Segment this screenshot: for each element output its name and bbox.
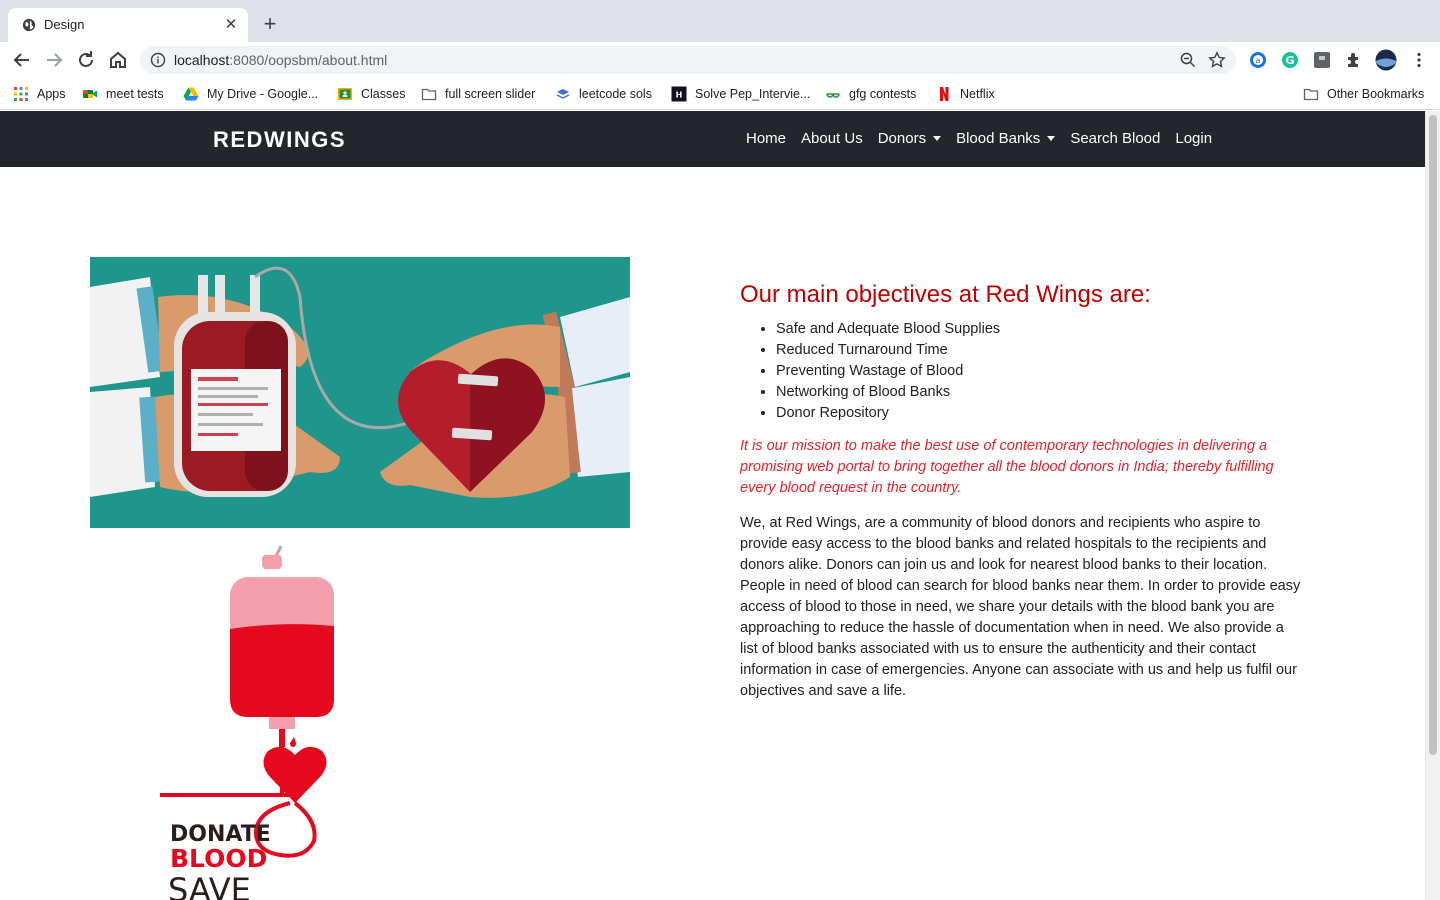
bookmark-classes[interactable]: Classes — [337, 85, 405, 103]
nav-donors-dropdown[interactable]: Donors — [877, 130, 942, 147]
new-tab-icon[interactable]: + — [258, 12, 282, 36]
nav-blood-banks-dropdown[interactable]: Blood Banks — [956, 130, 1056, 147]
nav-label: Login — [1175, 130, 1213, 147]
caret-down-icon — [1047, 136, 1056, 141]
bookmark-full-screen-slider[interactable]: full screen slider — [421, 85, 535, 103]
svg-text:G: G — [1285, 54, 1294, 67]
google-drive-icon — [183, 87, 199, 101]
google-meet-icon — [83, 90, 97, 98]
list-item: Preventing Wastage of Blood — [776, 361, 1305, 382]
forward-icon[interactable] — [42, 48, 66, 72]
bookmark-label: meet tests — [106, 87, 164, 101]
nav-label: Donors — [877, 130, 927, 147]
logo-line-blood: BLOOD — [170, 844, 267, 873]
grammarly-icon[interactable]: G — [1281, 51, 1299, 69]
list-item: Safe and Adequate Blood Supplies — [776, 319, 1305, 340]
nav-about-link[interactable]: About Us — [801, 130, 863, 147]
about-paragraph: We, at Red Wings, are a community of blo… — [740, 515, 1301, 699]
url-text[interactable]: localhost:8080/oopsbm/about.html — [174, 52, 387, 68]
nav-label: About Us — [801, 130, 863, 147]
nav-search-blood-link[interactable]: Search Blood — [1070, 130, 1160, 147]
address-bar[interactable]: localhost:8080/oopsbm/about.html — [140, 46, 1236, 74]
bookmark-my-drive[interactable]: My Drive - Google... — [183, 85, 318, 103]
objectives-list: Safe and Adequate Blood Supplies Reduced… — [740, 319, 1305, 424]
page-scrollbar[interactable] — [1425, 111, 1440, 900]
bookmark-apps[interactable]: Apps — [13, 85, 66, 103]
bookmark-label: Solve Pep_Intervie... — [695, 87, 811, 101]
mission-statement: It is our mission to make the best use o… — [740, 438, 1274, 496]
bookmark-label: leetcode sols — [579, 87, 652, 101]
bookmark-label: gfg contests — [849, 87, 917, 101]
apps-grid-icon — [14, 87, 28, 101]
profile-avatar-icon[interactable] — [1375, 49, 1397, 71]
bookmark-gfg-contests[interactable]: gfg contests — [825, 85, 916, 103]
nav-label: Home — [746, 130, 787, 147]
gfg-icon — [826, 93, 840, 98]
nav-label: Search Blood — [1070, 130, 1161, 147]
browser-toolbar: localhost:8080/oopsbm/about.html a G — [0, 42, 1440, 78]
menu-kebab-icon[interactable] — [1410, 51, 1428, 69]
list-item: Donor Repository — [776, 403, 1305, 424]
svg-text:H: H — [676, 91, 683, 100]
svg-text:a: a — [1256, 56, 1261, 65]
globe-icon — [22, 18, 36, 32]
caret-down-icon — [933, 136, 942, 141]
bookmark-label: Classes — [361, 87, 406, 101]
brand-logo[interactable]: REDWINGS — [213, 127, 346, 153]
nav-label: Blood Banks — [956, 130, 1041, 147]
bookmark-netflix[interactable]: Netflix — [936, 85, 995, 103]
scrollbar-thumb[interactable] — [1429, 115, 1437, 755]
list-item: Networking of Blood Banks — [776, 382, 1305, 403]
zoom-out-icon[interactable] — [1180, 52, 1196, 68]
bookmark-meet-tests[interactable]: meet tests — [82, 85, 164, 103]
folder-icon — [1303, 88, 1319, 101]
nav-links: Home About Us Donors Blood Banks Search … — [746, 130, 1227, 147]
bookmark-label: Apps — [37, 87, 66, 101]
netflix-icon — [940, 87, 949, 101]
bookmark-solve-pep[interactable]: H Solve Pep_Intervie... — [671, 85, 810, 103]
folder-icon — [421, 88, 437, 101]
nav-login-link[interactable]: Login — [1175, 130, 1212, 147]
reload-icon[interactable] — [74, 48, 98, 72]
bookmark-leetcode-sols[interactable]: leetcode sols — [555, 85, 652, 103]
bookmark-other-bookmarks[interactable]: Other Bookmarks — [1303, 85, 1424, 103]
browser-tab[interactable]: Design ✕ — [8, 8, 248, 42]
extensions-puzzle-icon[interactable] — [1345, 51, 1363, 69]
home-icon[interactable] — [106, 48, 130, 72]
list-item: Reduced Turnaround Time — [776, 340, 1305, 361]
back-icon[interactable] — [10, 48, 34, 72]
site-info-icon[interactable] — [150, 52, 166, 68]
about-content: Our main objectives at Red Wings are: Sa… — [740, 281, 1305, 702]
page-viewport: REDWINGS Home About Us Donors Blood Bank… — [0, 111, 1425, 900]
blood-donation-illustration — [90, 257, 630, 528]
layers-icon — [556, 89, 570, 99]
tab-strip: Design ✕ + — [0, 0, 1440, 42]
logo-line-save: SAVE — [168, 871, 251, 900]
bookmark-star-icon[interactable] — [1208, 51, 1226, 69]
hackerrank-icon: H — [671, 86, 687, 102]
bookmark-label: Other Bookmarks — [1327, 87, 1425, 101]
bookmark-label: My Drive - Google... — [207, 87, 319, 101]
google-classroom-icon — [338, 88, 352, 100]
bookmark-label: full screen slider — [445, 87, 536, 101]
tab-title: Design — [44, 17, 85, 32]
account-extension-icon[interactable]: a — [1249, 51, 1267, 69]
bookmark-label: Netflix — [960, 87, 995, 101]
donate-blood-logo: DONATE BLOOD SAVE — [160, 545, 334, 900]
bookmarks-bar: Apps meet tests My Drive - Google... Cla… — [0, 78, 1440, 110]
tab-close-icon[interactable]: ✕ — [222, 16, 240, 34]
site-navbar: REDWINGS Home About Us Donors Blood Bank… — [0, 111, 1425, 167]
nav-home-link[interactable]: Home — [746, 130, 786, 147]
extension-tile-icon[interactable] — [1313, 51, 1331, 69]
objectives-heading: Our main objectives at Red Wings are: — [740, 281, 1151, 308]
